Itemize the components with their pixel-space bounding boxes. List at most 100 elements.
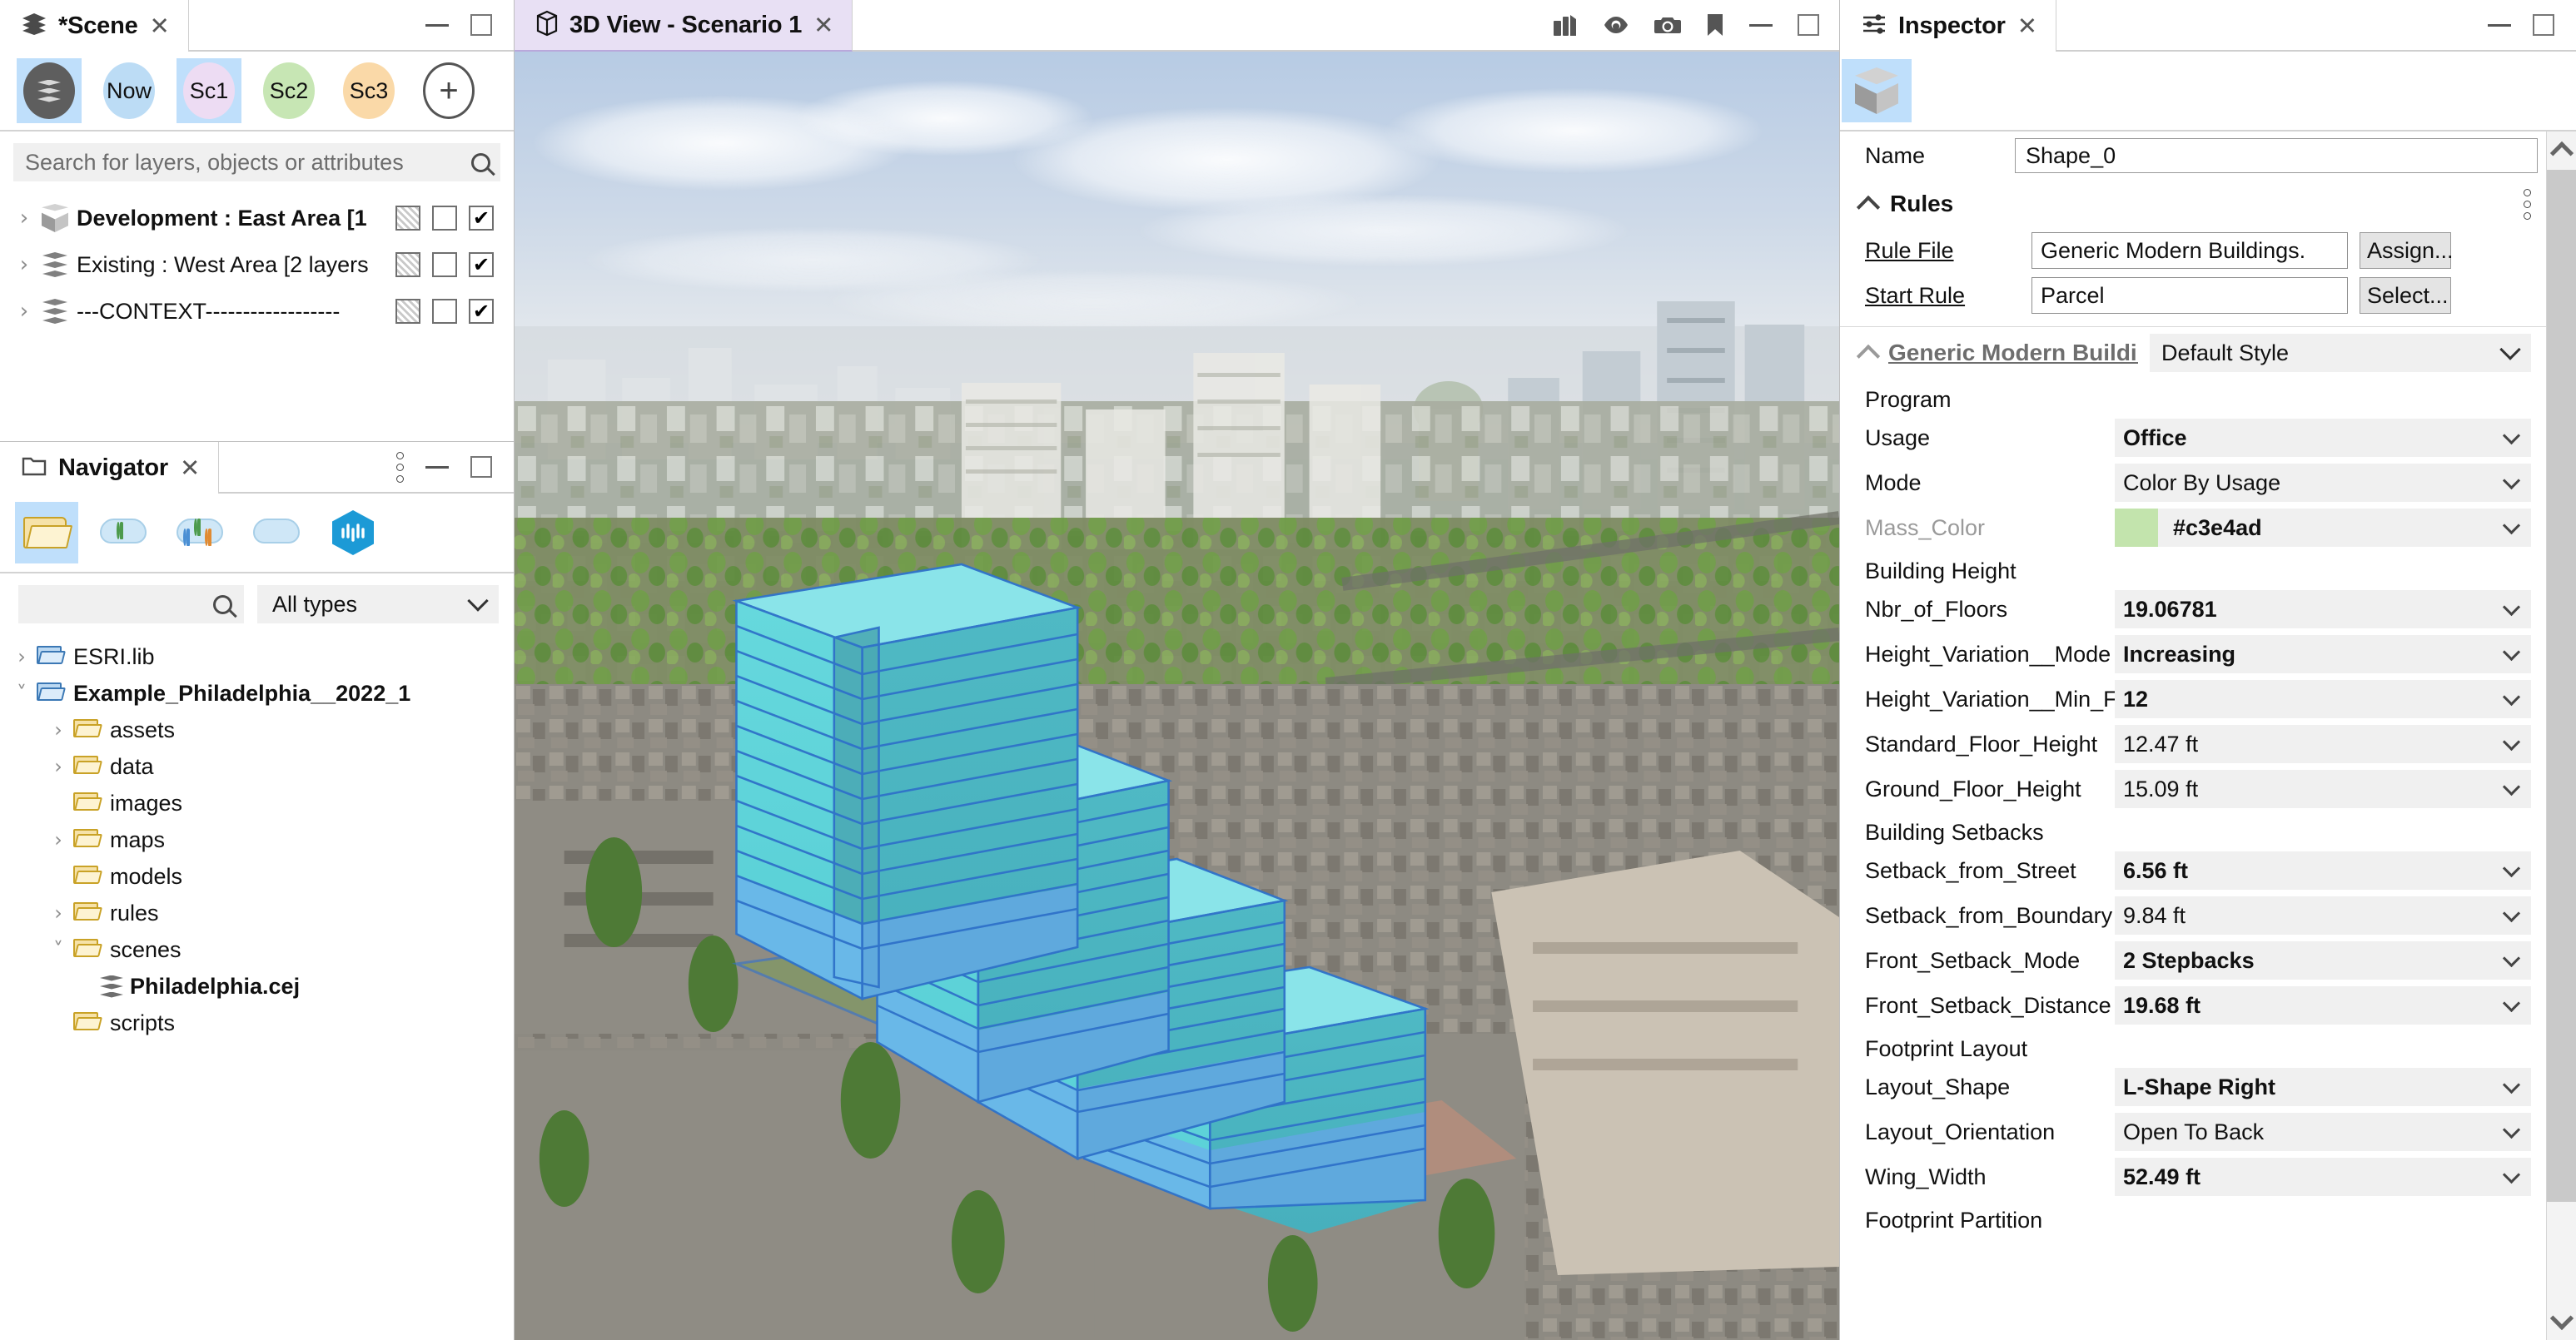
list-item[interactable]: scripts <box>0 1005 514 1041</box>
list-item[interactable]: › rules <box>0 895 514 931</box>
chevron-right-icon[interactable]: › <box>45 718 72 742</box>
attribute-value-select[interactable]: Office <box>2115 419 2531 457</box>
select-rule-button[interactable]: Select... <box>2360 277 2451 314</box>
list-item[interactable]: › ESRI.lib <box>0 638 514 675</box>
tab-scene[interactable]: *Scene ✕ <box>0 0 189 52</box>
chevron-right-icon[interactable]: › <box>45 901 72 925</box>
layer-select-checkbox[interactable] <box>432 299 457 324</box>
list-item[interactable]: images <box>0 785 514 821</box>
attribute-value-select[interactable]: #c3e4ad <box>2115 509 2531 547</box>
view-menu-icon[interactable] <box>396 452 404 483</box>
list-item[interactable]: ˅ scenes <box>0 931 514 968</box>
layer-select-checkbox[interactable] <box>432 206 457 231</box>
chevron-right-icon[interactable]: › <box>45 828 72 851</box>
layer-select-checkbox[interactable] <box>432 252 457 277</box>
scenario-sc1-button[interactable]: Sc1 <box>177 58 241 123</box>
attribute-value-select[interactable]: 19.06781 <box>2115 590 2531 628</box>
eye-icon[interactable] <box>1603 14 1629 36</box>
navigator-search-input[interactable] <box>18 585 244 623</box>
assign-rule-button[interactable]: Assign... <box>2360 232 2451 269</box>
camera-icon[interactable] <box>1654 14 1681 36</box>
list-item[interactable]: › data <box>0 748 514 785</box>
attribute-value-select[interactable]: 12 <box>2115 680 2531 718</box>
type-filter-select[interactable]: All types <box>257 585 499 623</box>
tab-3d-view[interactable]: 3D View - Scenario 1 ✕ <box>515 0 853 52</box>
attribute-value-select[interactable]: L-Shape Right <box>2115 1068 2531 1106</box>
attribute-value-select[interactable]: 12.47 ft <box>2115 725 2531 763</box>
list-item[interactable]: Philadelphia.cej <box>0 968 514 1005</box>
attribute-value-select[interactable]: 9.84 ft <box>2115 896 2531 935</box>
scrollbar-thumb[interactable] <box>2547 170 2576 1202</box>
shape-inspector-button[interactable] <box>1842 59 1912 122</box>
close-icon[interactable]: ✕ <box>813 13 833 37</box>
chevron-right-icon[interactable]: › <box>10 206 38 231</box>
attribute-value-select[interactable]: 15.09 ft <box>2115 770 2531 808</box>
attribute-value-select[interactable]: Color By Usage <box>2115 464 2531 502</box>
chevron-up-icon[interactable] <box>1857 345 1880 368</box>
chevron-right-icon[interactable]: › <box>10 252 38 277</box>
start-rule-label[interactable]: Start Rule <box>1865 283 2031 309</box>
maximize-icon[interactable] <box>1798 14 1819 36</box>
table-row[interactable]: › ---CONTEXT------------------ ✔ <box>0 288 514 335</box>
name-field[interactable]: Shape_0 <box>2015 138 2538 173</box>
scenario-now-button[interactable]: Now <box>97 58 162 123</box>
search-input[interactable]: Search for layers, objects or attributes <box>13 143 500 181</box>
scrollbar-track[interactable] <box>2547 1202 2576 1302</box>
layer-visible-checkbox[interactable]: ✔ <box>469 206 494 231</box>
close-icon[interactable]: ✕ <box>180 456 200 480</box>
minimize-icon[interactable] <box>2488 24 2511 27</box>
shared-content-button[interactable] <box>168 502 231 563</box>
list-item[interactable]: ˅ Example_Philadelphia__2022_1 <box>0 675 514 712</box>
arcgis-online-button[interactable] <box>321 502 385 563</box>
maximize-icon[interactable] <box>2533 14 2554 36</box>
bookmark-icon[interactable] <box>1706 12 1724 37</box>
attribute-value-select[interactable]: 52.49 ft <box>2115 1158 2531 1196</box>
rule-name-label[interactable]: Generic Modern Buildin <box>1888 340 2138 366</box>
chevron-right-icon[interactable]: › <box>10 299 38 324</box>
local-folder-button[interactable] <box>15 502 78 563</box>
rule-file-label[interactable]: Rule File <box>1865 238 2031 264</box>
chevron-up-icon[interactable] <box>1857 196 1880 219</box>
list-item[interactable]: models <box>0 858 514 895</box>
inspector-scrollbar[interactable] <box>2546 132 2576 1340</box>
style-select[interactable]: Default Style <box>2150 334 2531 372</box>
list-item[interactable]: › maps <box>0 821 514 858</box>
attribute-value-select[interactable]: Open To Back <box>2115 1113 2531 1151</box>
scroll-up-button[interactable] <box>2547 132 2576 170</box>
attribute-value-select[interactable]: 19.68 ft <box>2115 986 2531 1025</box>
minimize-icon[interactable] <box>425 24 449 27</box>
3d-viewport[interactable] <box>515 52 1839 1340</box>
layer-lock-checkbox[interactable] <box>395 206 420 231</box>
cloud-button[interactable] <box>245 502 308 563</box>
layer-lock-checkbox[interactable] <box>395 299 420 324</box>
layer-stack-icon[interactable] <box>1553 12 1578 37</box>
scenario-sc2-button[interactable]: Sc2 <box>256 58 321 123</box>
my-content-button[interactable] <box>92 502 155 563</box>
scenario-all-button[interactable] <box>17 58 82 123</box>
chevron-right-icon[interactable]: › <box>45 755 72 778</box>
minimize-icon[interactable] <box>1749 24 1773 27</box>
close-icon[interactable]: ✕ <box>2017 14 2037 38</box>
table-row[interactable]: › Existing : West Area [2 layers ✔ <box>0 241 514 288</box>
add-scenario-button[interactable]: + <box>416 58 481 123</box>
tab-inspector[interactable]: Inspector ✕ <box>1840 0 2056 52</box>
attribute-value-select[interactable]: 2 Stepbacks <box>2115 941 2531 980</box>
table-row[interactable]: › Development : East Area [1 ✔ <box>0 195 514 241</box>
close-icon[interactable]: ✕ <box>150 14 170 38</box>
layer-visible-checkbox[interactable]: ✔ <box>469 299 494 324</box>
tab-navigator[interactable]: Navigator ✕ <box>0 442 219 494</box>
chevron-down-icon[interactable]: ˅ <box>45 938 72 961</box>
rule-file-field[interactable]: Generic Modern Buildings. <box>2031 232 2348 269</box>
rules-menu-icon[interactable] <box>2524 189 2531 220</box>
attribute-value-select[interactable]: Increasing <box>2115 635 2531 673</box>
scenario-sc3-button[interactable]: Sc3 <box>336 58 401 123</box>
chevron-down-icon[interactable]: ˅ <box>8 682 35 705</box>
rules-section-header[interactable]: Rules <box>1840 180 2546 228</box>
chevron-right-icon[interactable]: › <box>8 645 35 668</box>
attribute-value-select[interactable]: 6.56 ft <box>2115 851 2531 890</box>
start-rule-field[interactable]: Parcel <box>2031 277 2348 314</box>
layer-lock-checkbox[interactable] <box>395 252 420 277</box>
color-swatch[interactable] <box>2115 509 2158 547</box>
layer-visible-checkbox[interactable]: ✔ <box>469 252 494 277</box>
maximize-icon[interactable] <box>470 456 492 478</box>
